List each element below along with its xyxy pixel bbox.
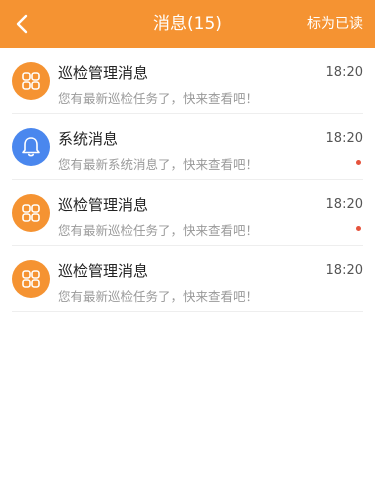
- message-time: 18:20: [325, 263, 363, 278]
- header-bar: 消息(15) 标为已读: [0, 0, 375, 48]
- message-title: 巡检管理消息: [58, 64, 149, 82]
- message-list: 巡检管理消息 您有最新巡检任务了，快来查看吧！ 18:20 系统消息 您有最新系统消息了…: [0, 48, 375, 312]
- message-time: 18:20: [325, 65, 363, 80]
- grid-icon: [21, 269, 41, 289]
- unread-dot: [356, 226, 361, 231]
- grid-icon: [21, 203, 41, 223]
- message-subtitle: 您有最新系统消息了，快来查看吧！: [58, 157, 259, 172]
- message-subtitle: 您有最新巡检任务了，快来查看吧！: [58, 289, 259, 304]
- list-item[interactable]: 巡检管理消息您有最新巡检任务了，快来查看吧！ 18:20: [12, 246, 363, 312]
- avatar: [12, 62, 50, 100]
- back-button[interactable]: [6, 8, 38, 40]
- list-item[interactable]: 巡检管理消息您有最新巡检任务了，快来查看吧！ 18:20: [12, 48, 363, 114]
- bell-icon: [21, 136, 41, 158]
- message-time: 18:20: [325, 131, 363, 146]
- list-item[interactable]: 系统消息您有最新系统消息了，快来查看吧！ 18:20: [12, 114, 363, 180]
- message-subtitle: 您有最新巡检任务了，快来查看吧！: [58, 223, 259, 238]
- message-title: 系统消息: [58, 130, 119, 148]
- grid-icon: [21, 71, 41, 91]
- avatar: [12, 260, 50, 298]
- mark-all-read-button[interactable]: 标为已读: [307, 0, 363, 48]
- avatar: [12, 128, 50, 166]
- list-item[interactable]: 巡检管理消息您有最新巡检任务了，快来查看吧！ 18:20: [12, 180, 363, 246]
- message-time: 18:20: [325, 197, 363, 212]
- message-title: 巡检管理消息: [58, 262, 149, 280]
- chevron-left-icon: [16, 14, 28, 34]
- avatar: [12, 194, 50, 232]
- message-subtitle: 您有最新巡检任务了，快来查看吧！: [58, 91, 259, 106]
- unread-dot: [356, 160, 361, 165]
- message-title: 巡检管理消息: [58, 196, 149, 214]
